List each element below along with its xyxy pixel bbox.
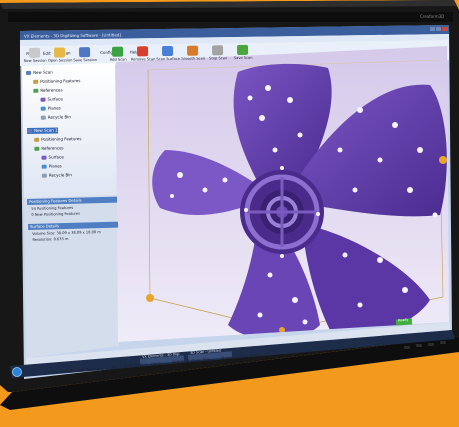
surface-panel: Surface Details Volume Size: 38.09 x 38.…: [28, 221, 119, 258]
tree-item-label: Positioning Features: [40, 78, 81, 84]
minimize-button[interactable]: [429, 27, 436, 32]
scan-surface-icon: [162, 45, 174, 57]
tree-item[interactable]: Planes: [40, 105, 61, 111]
project-tree: New Scan Positioning Features References Su…: [26, 68, 116, 192]
tree-item-label: References: [40, 87, 63, 93]
tree-item[interactable]: New Scan: [26, 70, 53, 76]
planes-icon: [41, 164, 47, 169]
tree-item-label: Planes: [47, 105, 61, 111]
toolbar-button-label: Stop Scan: [209, 56, 228, 61]
window-controls: [429, 26, 449, 32]
tree-item[interactable]: References: [33, 87, 63, 94]
tree-item-label: Recycle Bin: [47, 114, 71, 120]
add-scan-icon: [112, 46, 124, 57]
toolbar-button-label: Save Session: [73, 57, 98, 63]
tree-item[interactable]: New Scan 1: [27, 127, 58, 134]
surface-line-1: Volume Size: 38.09 x 38.09 x 18.08 m: [32, 230, 101, 236]
tree-item[interactable]: Surface: [41, 154, 64, 160]
toolbar-buttons: New Session Open Session Save Session Add S…: [24, 44, 264, 67]
toolbar-button-label: Smooth Scan: [181, 56, 206, 61]
status-hint-2: Left + Right Button: Span: [109, 360, 162, 370]
references-icon: [34, 146, 40, 151]
top-bar-brand: Creaform3D: [420, 14, 445, 19]
tree-item-label: Surface: [48, 154, 64, 160]
new-session-icon: [29, 47, 41, 58]
positioning-icon: [33, 79, 39, 84]
recycle-bin-icon: [40, 115, 46, 120]
surface-icon: [41, 155, 47, 160]
tree-item-label: Surface: [47, 96, 63, 102]
stop-scan-icon: [211, 45, 224, 56]
toolbar-button-label: Save Scan: [233, 55, 253, 61]
tree-item[interactable]: Planes: [41, 163, 62, 169]
status-hint-3: Middle Button: Pan: [171, 356, 210, 365]
positioning-line-2: 0 New Positioning Features: [31, 211, 81, 217]
toolbar-button-label: Scan Surface: [156, 56, 180, 62]
references-icon: [33, 88, 39, 93]
maximize-button[interactable]: [435, 26, 442, 32]
tree-item[interactable]: Recycle Bin: [41, 172, 72, 179]
tree-item[interactable]: References: [34, 145, 64, 152]
tree-item-label: New Scan: [32, 69, 53, 75]
status-ready-text: Ready: [397, 317, 409, 323]
positioning-panel-title: Positioning Features Details: [27, 196, 118, 205]
toolbar-button-label: Open Session: [47, 58, 73, 63]
screen-top-strip: [8, 12, 453, 22]
toolbar-button-add-scan[interactable]: Add Scan: [107, 46, 129, 66]
tree-item[interactable]: Positioning Features: [33, 78, 80, 85]
tree-item-label: New Scan 1: [34, 127, 58, 133]
status-hint-1: Left Button: Rotate: [60, 365, 100, 374]
open-session-icon: [54, 47, 66, 58]
smooth-scan-icon: [186, 45, 199, 56]
tree-item[interactable]: Positioning Features: [34, 136, 81, 143]
tree-item-label: Planes: [48, 163, 62, 169]
toolbar-button-open-session[interactable]: Open Session: [47, 46, 73, 66]
positioning-icon: [34, 137, 40, 142]
toolbar-button-stop-scan[interactable]: Stop Scan: [207, 44, 229, 64]
toolbar-button-scan-surface[interactable]: Scan Surface: [156, 45, 180, 65]
toolbar-button-save-scan[interactable]: Save Scan: [232, 44, 254, 64]
tree-item-label: Positioning Features: [41, 136, 82, 142]
toolbar-button-new-session[interactable]: New Session: [23, 47, 47, 67]
remove-scan-icon: [137, 46, 149, 57]
scan-root-icon: [26, 70, 32, 75]
toolbar-button-label: Remove Scan: [130, 57, 156, 62]
start-orb-icon[interactable]: [12, 367, 22, 377]
surface-icon: [40, 97, 46, 102]
surface-line-2: Resolution: 0.635 m: [32, 236, 69, 242]
surface-panel-title: Surface Details: [28, 221, 119, 230]
toolbar-button-label: New Session: [23, 58, 47, 64]
planes-icon: [40, 106, 46, 111]
scan-root-icon: [27, 128, 33, 133]
tree-item[interactable]: Surface: [40, 96, 63, 102]
tree-item-label: References: [41, 145, 64, 151]
tree-item[interactable]: Recycle Bin: [40, 114, 71, 121]
recycle-bin-icon: [41, 173, 47, 178]
toolbar-button-remove-scan[interactable]: Remove Scan: [130, 45, 156, 65]
save-scan-icon: [236, 44, 249, 56]
save-session-icon: [79, 47, 91, 58]
tree-item-label: Recycle Bin: [48, 172, 72, 178]
status-hint-4: Mouse wheel: Zoom: [220, 352, 262, 361]
close-button[interactable]: [441, 26, 449, 31]
toolbar-button-smooth-scan[interactable]: Smooth Scan: [181, 44, 206, 64]
toolbar-button-label: Add Scan: [109, 57, 127, 62]
toolbar-button-save-session[interactable]: Save Session: [73, 46, 98, 66]
